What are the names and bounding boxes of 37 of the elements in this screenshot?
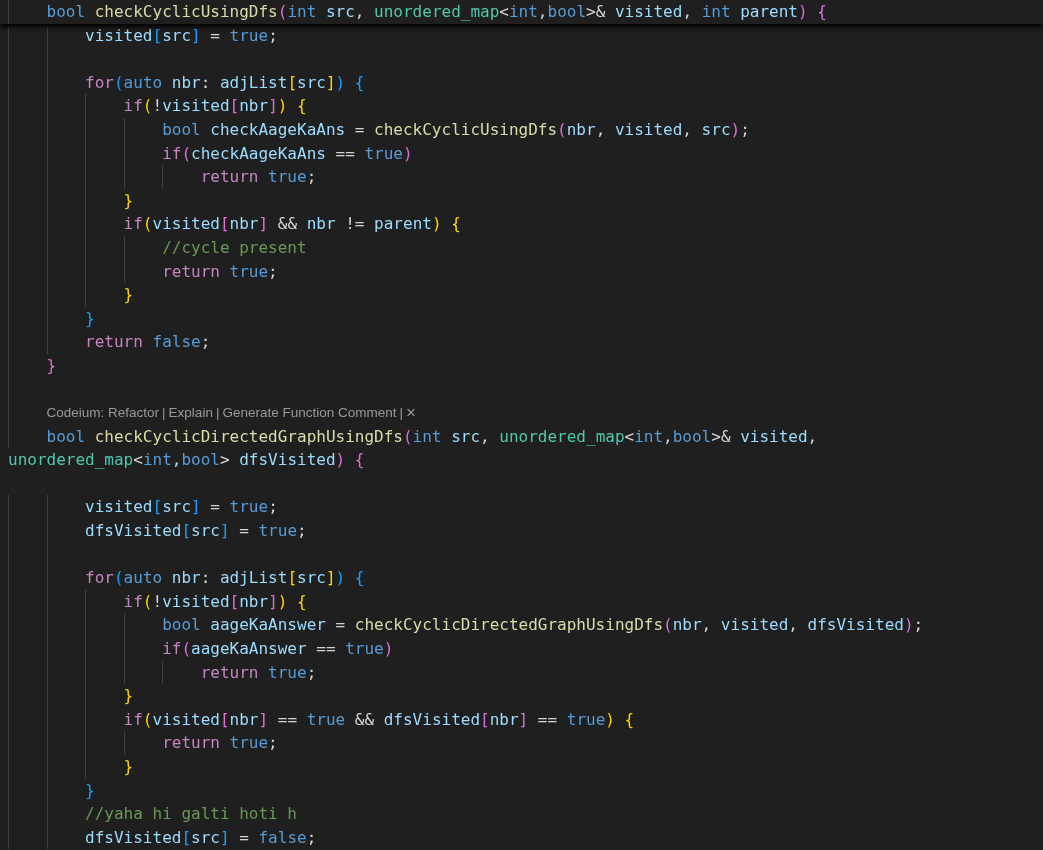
code-line: unordered_map<int,bool> dfsVisited) { <box>7 449 366 472</box>
code-line: for(auto nbr: adjList[src]) { <box>0 566 1043 590</box>
codelens-separator: | <box>162 404 166 423</box>
codelens-separator: | <box>399 404 403 423</box>
code-line: bool checkCyclicDirectedGraphUsingDfs(int src, unordered_map<int,bool>& visited, <box>0 424 1043 449</box>
code-line: if(visited[nbr] && nbr != parent) { <box>0 212 1043 236</box>
code-line: } <box>0 306 1043 331</box>
code-line: } <box>0 778 1043 803</box>
code-line: for(auto nbr: adjList[src]) { <box>0 70 1043 95</box>
close-button[interactable]: × <box>406 404 416 422</box>
code-line: visited[src] = true; <box>0 495 1043 520</box>
code-line: dfsVisited[src] = false; <box>0 825 1043 850</box>
codelens-link[interactable]: Generate Function Comment <box>222 401 397 425</box>
codelens-link[interactable]: Codeium: Refactor <box>46 401 160 425</box>
code-line: //yaha hi galti hoti h <box>0 802 1043 826</box>
code-line: if(!visited[nbr]) { <box>0 589 1043 614</box>
codelens-link[interactable]: Explain <box>168 401 213 425</box>
code-line: return true; <box>0 165 1043 189</box>
code-line: if(!visited[nbr]) { <box>0 94 1043 118</box>
code-line: } <box>0 283 1043 307</box>
code-line: } <box>0 755 1043 779</box>
code-line: return true; <box>0 731 1043 755</box>
code-line: bool checkAageKaAns = checkCyclicUsingDfs(nbr, visited, src); <box>0 117 1043 142</box>
code-line: return false; <box>0 330 1043 354</box>
code-line: } <box>0 188 1043 213</box>
code-line: //cycle present <box>0 235 1043 260</box>
codelens-separator: | <box>215 404 220 423</box>
code-line: bool aageKaAnswer = checkCyclicDirectedGraphUsingDfs(nbr, visited, dfsVisited); <box>0 613 1043 638</box>
code-line: return true; <box>0 259 1043 284</box>
code-line: visited[src] = true; <box>0 23 1043 48</box>
code-line: } <box>0 684 1043 708</box>
code-line: } <box>0 353 1043 378</box>
code-line: if(aageKaAnswer == true) <box>0 637 1043 661</box>
code-line: return true; <box>0 660 1043 685</box>
code-line: if(checkAageKaAns == true) <box>0 141 1043 166</box>
code-line: if(visited[nbr] == true && dfsVisited[nbr] == true) { <box>0 707 1043 732</box>
code-line: dfsVisited[src] = true; <box>0 519 1043 543</box>
